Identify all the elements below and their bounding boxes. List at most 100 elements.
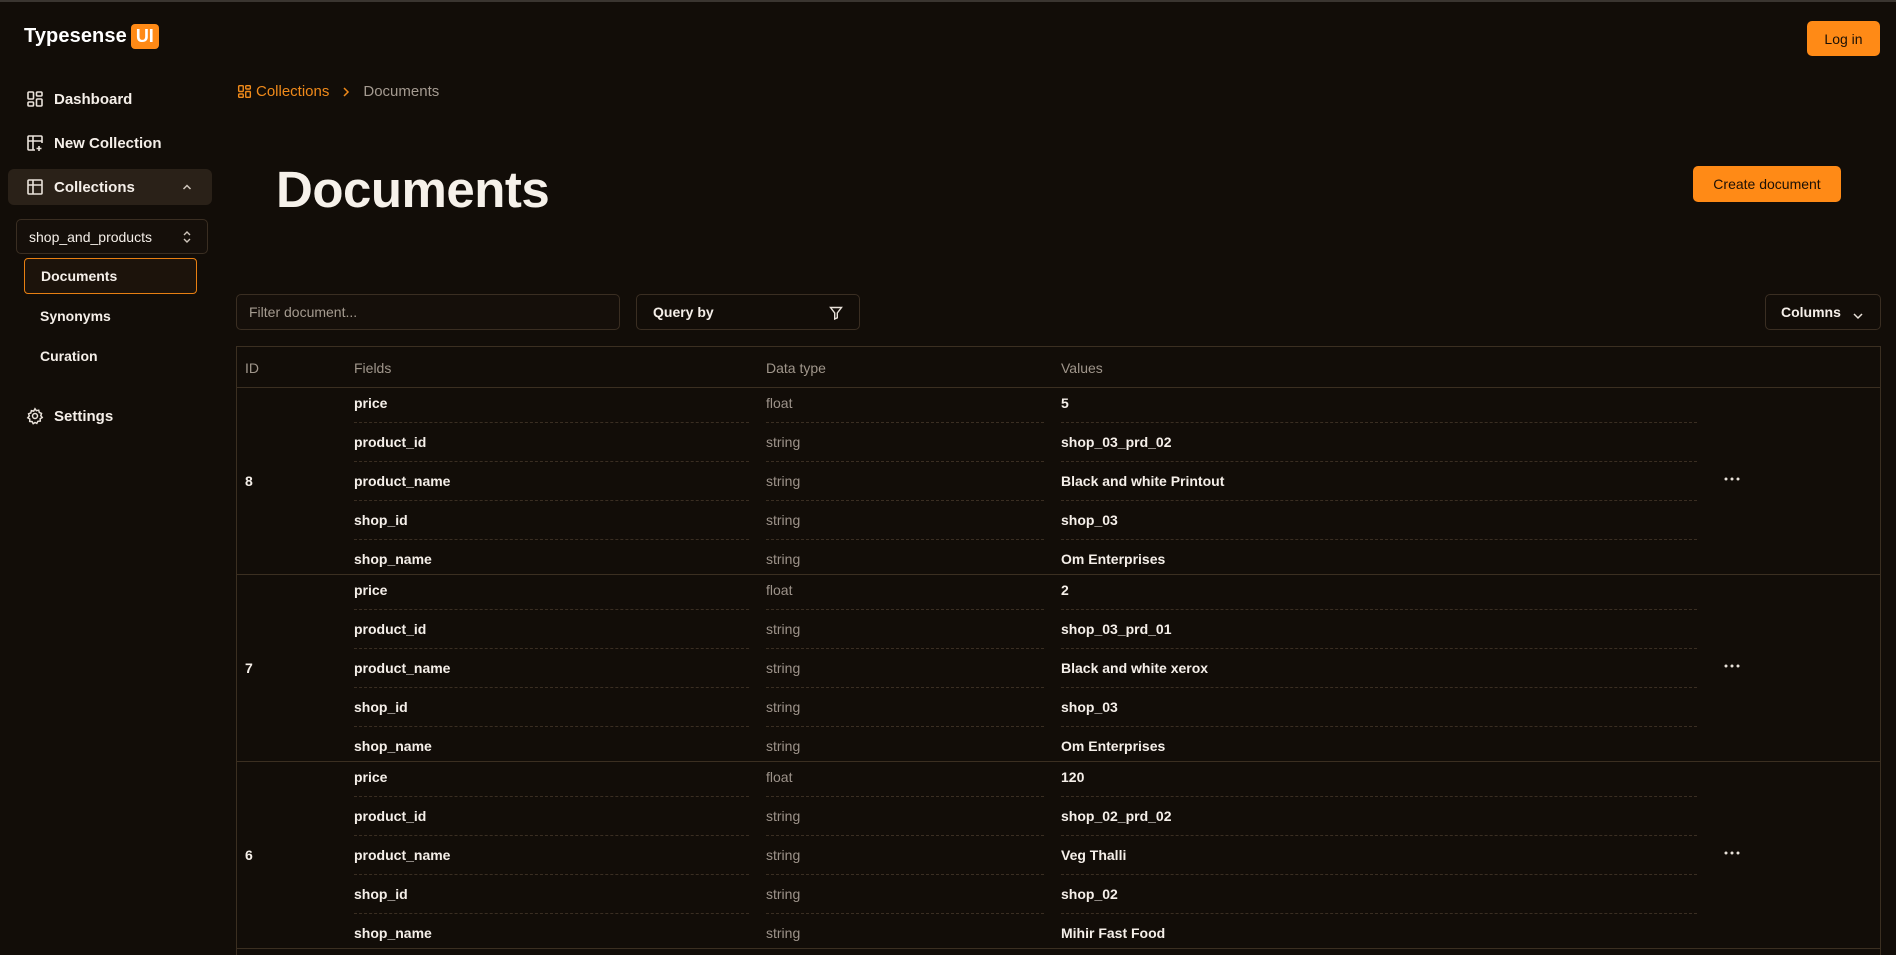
columns-label: Columns bbox=[1781, 304, 1841, 320]
field-name: product_id bbox=[354, 621, 427, 637]
field-value: shop_03 bbox=[1061, 699, 1118, 715]
documents-table: ID Fields Data type Values 8 price float 5 p… bbox=[236, 346, 1881, 955]
dashboard-icon bbox=[26, 90, 44, 108]
row-divider bbox=[354, 687, 749, 688]
row-divider bbox=[766, 648, 1044, 649]
field-data-type: string bbox=[766, 621, 801, 637]
chevron-up-icon bbox=[180, 180, 194, 194]
login-button[interactable]: Log in bbox=[1807, 21, 1880, 56]
sidebar-subitem-label: Curation bbox=[40, 348, 98, 364]
field-row: shop_id string shop_03 bbox=[237, 505, 1697, 544]
row-divider bbox=[766, 609, 1044, 610]
chevron-up-down-icon bbox=[181, 230, 193, 244]
field-name: shop_name bbox=[354, 925, 432, 941]
column-header-id[interactable]: ID bbox=[245, 360, 259, 376]
row-divider bbox=[1061, 500, 1697, 501]
field-row: price float 2 bbox=[237, 575, 1697, 614]
column-header-values[interactable]: Values bbox=[1061, 360, 1103, 376]
row-divider bbox=[1061, 609, 1697, 610]
field-value: shop_02_prd_02 bbox=[1061, 808, 1172, 824]
field-value: Om Enterprises bbox=[1061, 551, 1166, 567]
dashboard-icon bbox=[237, 84, 252, 99]
field-row: price float 5 bbox=[237, 388, 1697, 427]
field-value: shop_02 bbox=[1061, 886, 1118, 902]
create-document-button[interactable]: Create document bbox=[1693, 166, 1841, 202]
page-title: Documents bbox=[276, 161, 550, 218]
row-divider bbox=[766, 539, 1044, 540]
field-name: shop_id bbox=[354, 699, 408, 715]
field-value: 5 bbox=[1061, 395, 1069, 411]
more-actions-button[interactable] bbox=[1721, 655, 1743, 677]
ellipsis-icon bbox=[1724, 664, 1740, 668]
sidebar: Typesense UI Dashboard New Collection Co… bbox=[0, 0, 222, 955]
field-value: shop_03_prd_01 bbox=[1061, 621, 1172, 637]
field-data-type: string bbox=[766, 434, 801, 450]
field-data-type: string bbox=[766, 512, 801, 528]
row-divider bbox=[354, 422, 749, 423]
sidebar-item-dashboard[interactable]: Dashboard bbox=[8, 81, 212, 117]
row-divider bbox=[1061, 726, 1697, 727]
collection-select[interactable]: shop_and_products bbox=[16, 219, 208, 254]
more-actions-button[interactable] bbox=[1721, 468, 1743, 490]
sidebar-subitem-curation[interactable]: Curation bbox=[24, 338, 197, 374]
sidebar-item-collections[interactable]: Collections bbox=[8, 169, 212, 205]
query-by-label: Query by bbox=[653, 304, 714, 320]
field-name: product_id bbox=[354, 434, 427, 450]
table-row: 6 price float 120 product_id string shop_02_pr… bbox=[237, 762, 1880, 949]
collection-select-value: shop_and_products bbox=[29, 228, 152, 245]
breadcrumb-root-label: Collections bbox=[256, 83, 330, 100]
table-plus-icon bbox=[26, 134, 44, 152]
sidebar-subitem-label: Synonyms bbox=[40, 308, 111, 324]
row-divider bbox=[766, 835, 1044, 836]
columns-button[interactable]: Columns bbox=[1765, 294, 1881, 330]
row-divider bbox=[766, 461, 1044, 462]
row-divider bbox=[354, 461, 749, 462]
field-value: 120 bbox=[1061, 769, 1085, 785]
field-name: product_name bbox=[354, 473, 451, 489]
filter-document-input[interactable] bbox=[236, 294, 620, 330]
column-header-data-type[interactable]: Data type bbox=[766, 360, 826, 376]
sidebar-item-label: New Collection bbox=[54, 134, 162, 152]
sidebar-item-new-collection[interactable]: New Collection bbox=[8, 125, 212, 161]
row-divider bbox=[1061, 913, 1697, 914]
field-row: shop_id string shop_03 bbox=[237, 692, 1697, 731]
field-data-type: float bbox=[766, 582, 793, 598]
row-divider bbox=[354, 796, 749, 797]
row-divider bbox=[354, 609, 749, 610]
field-name: shop_id bbox=[354, 886, 408, 902]
breadcrumb-collections-link[interactable]: Collections bbox=[237, 83, 329, 100]
row-divider bbox=[354, 726, 749, 727]
field-value: Black and white Printout bbox=[1061, 473, 1225, 489]
table-row: 8 price float 5 product_id string shop_03_prd_… bbox=[237, 388, 1880, 575]
field-name: shop_name bbox=[354, 738, 432, 754]
sidebar-subitem-synonyms[interactable]: Synonyms bbox=[24, 298, 197, 334]
field-data-type: string bbox=[766, 738, 801, 754]
table-header: ID Fields Data type Values bbox=[237, 347, 1880, 388]
field-row: product_name string Black and white xerox bbox=[237, 653, 1697, 692]
field-value: Veg Thalli bbox=[1061, 847, 1127, 863]
filter-icon bbox=[829, 306, 843, 321]
sidebar-item-settings[interactable]: Settings bbox=[8, 398, 212, 434]
app-logo[interactable]: Typesense UI bbox=[24, 24, 159, 49]
field-value: Mihir Fast Food bbox=[1061, 925, 1166, 941]
row-divider bbox=[354, 500, 749, 501]
column-header-fields[interactable]: Fields bbox=[354, 360, 391, 376]
field-data-type: string bbox=[766, 699, 801, 715]
sidebar-subitem-documents[interactable]: Documents bbox=[24, 258, 197, 294]
row-divider bbox=[1061, 461, 1697, 462]
field-row: product_name string Black and white Printo… bbox=[237, 466, 1697, 505]
chevron-down-icon bbox=[1852, 308, 1864, 320]
table-row: 7 price float 2 product_id string shop_03_prd_… bbox=[237, 575, 1880, 762]
field-data-type: float bbox=[766, 769, 793, 785]
field-name: product_name bbox=[354, 660, 451, 676]
field-data-type: string bbox=[766, 847, 801, 863]
more-actions-button[interactable] bbox=[1721, 842, 1743, 864]
field-name: price bbox=[354, 582, 388, 598]
row-divider bbox=[354, 539, 749, 540]
row-divider bbox=[1061, 874, 1697, 875]
query-by-button[interactable]: Query by bbox=[636, 294, 860, 330]
breadcrumb: Collections Documents bbox=[237, 83, 439, 100]
field-data-type: float bbox=[766, 395, 793, 411]
row-divider bbox=[1061, 687, 1697, 688]
field-row: product_id string shop_03_prd_01 bbox=[237, 614, 1697, 653]
